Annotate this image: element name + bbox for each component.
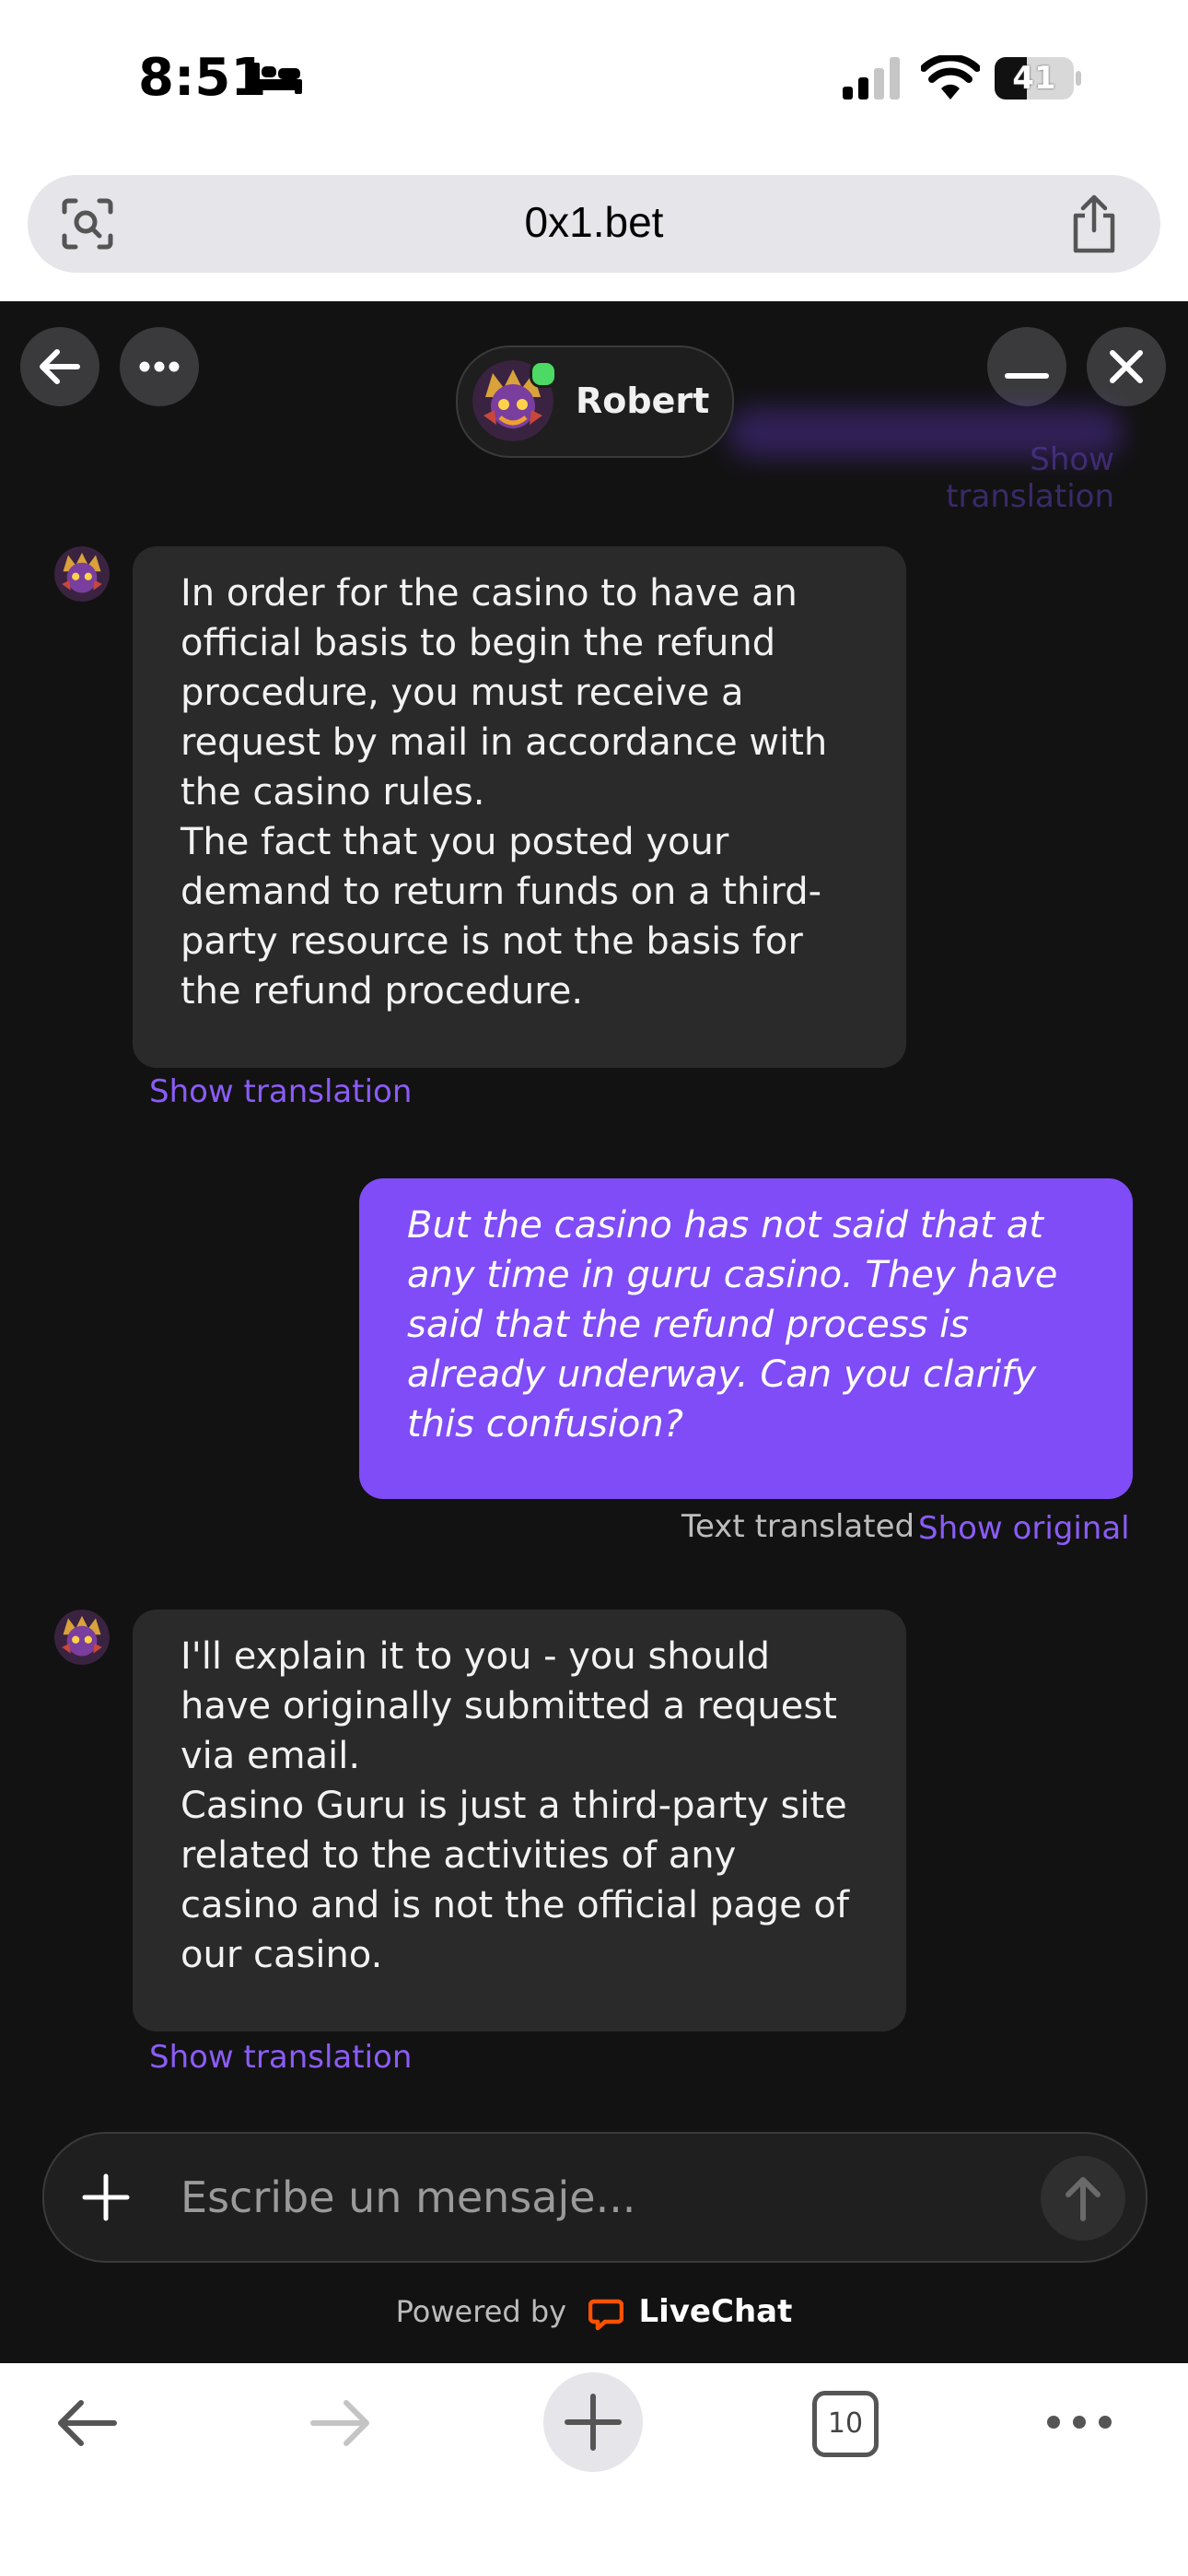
- wifi-icon: [921, 55, 980, 100]
- message-avatar: [54, 1610, 110, 1665]
- cellular-signal-icon: [843, 57, 900, 100]
- close-icon: [1110, 350, 1143, 383]
- show-translation-link[interactable]: Show translation: [149, 2039, 412, 2076]
- livechat-brand[interactable]: LiveChat: [638, 2293, 792, 2330]
- livechat-logo-icon: [588, 2299, 624, 2331]
- arrow-left-icon: [40, 349, 80, 384]
- agent-header: Robert: [456, 345, 734, 458]
- more-options-icon[interactable]: [1042, 2404, 1116, 2441]
- battery-level: 41: [1012, 60, 1056, 97]
- show-translation-link[interactable]: Show translation: [149, 1073, 412, 1110]
- address-bar[interactable]: 0x1.bet: [28, 175, 1160, 273]
- online-status-dot: [530, 360, 557, 388]
- battery-indicator: 41: [995, 57, 1083, 100]
- close-chat-button[interactable]: [1087, 327, 1166, 406]
- agent-message-bubble: I'll explain it to you - you should have…: [133, 1610, 906, 2032]
- powered-by: Powered by LiveChat: [0, 2293, 1188, 2331]
- new-tab-button[interactable]: [543, 2372, 643, 2472]
- browser-toolbar: 10: [0, 2363, 1188, 2576]
- more-dots-icon: [139, 361, 180, 372]
- status-bar: 8:51 41: [0, 0, 1188, 157]
- agent-name: Robert: [576, 381, 710, 421]
- browser-back-icon[interactable]: [48, 2391, 125, 2455]
- sleep-focus-icon: [252, 63, 302, 94]
- chat-back-button[interactable]: [20, 327, 99, 406]
- user-message-bubble: But the casino has not said that at any …: [359, 1178, 1133, 1499]
- faded-show-translation: Show translation: [946, 441, 1114, 515]
- plus-icon: [565, 2394, 622, 2451]
- message-composer: [42, 2132, 1147, 2263]
- add-attachment-icon[interactable]: [79, 2171, 133, 2224]
- url-text[interactable]: 0x1.bet: [28, 197, 1160, 247]
- minimize-chat-button[interactable]: [987, 327, 1066, 406]
- text-translated-label: Text translated: [681, 1508, 915, 1545]
- agent-message-bubble: In order for the casino to have an offic…: [133, 546, 906, 1068]
- chat-window: Show translation Robert In order for the…: [0, 301, 1188, 2363]
- browser-forward-icon[interactable]: [302, 2391, 379, 2455]
- message-avatar: [54, 546, 110, 602]
- minimize-icon: [1005, 373, 1049, 379]
- show-original-link[interactable]: Show original: [918, 1510, 1130, 1547]
- tabs-button[interactable]: 10: [812, 2391, 879, 2457]
- share-icon[interactable]: [1068, 193, 1120, 254]
- powered-by-label: Powered by: [395, 2294, 567, 2329]
- arrow-up-icon: [1066, 2177, 1101, 2221]
- status-time: 8:51: [138, 48, 267, 108]
- message-input[interactable]: [179, 2160, 1066, 2235]
- send-button[interactable]: [1041, 2156, 1125, 2241]
- chat-menu-button[interactable]: [120, 327, 199, 406]
